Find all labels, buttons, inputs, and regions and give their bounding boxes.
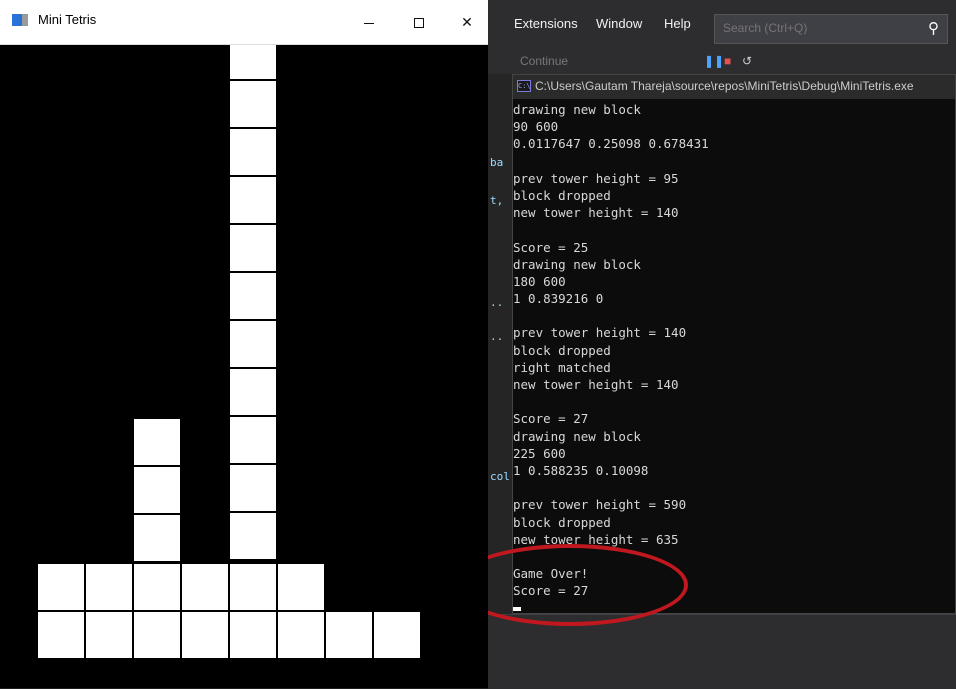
console-line: 0.0117647 0.25098 0.678431: [513, 136, 709, 152]
console-line: right matched: [513, 359, 611, 375]
restart-icon[interactable]: ↺: [742, 54, 752, 68]
tetris-block: [230, 177, 276, 223]
tetris-block: [230, 417, 276, 463]
console-window[interactable]: C:\ C:\Users\Gautam Thareja\source\repos…: [512, 74, 956, 614]
vs-search-box[interactable]: ⚲: [714, 14, 948, 44]
console-line: new tower height = 140: [513, 377, 679, 392]
editor-fragment: ba: [490, 156, 504, 169]
tetris-block: [134, 419, 180, 465]
tetris-block: [134, 564, 180, 610]
tetris-block: [38, 564, 84, 610]
console-line: prev tower height = 140: [513, 325, 687, 341]
tetris-block: [38, 612, 84, 658]
game-board[interactable]: [0, 45, 488, 688]
app-icon: [12, 14, 28, 26]
tetris-block: [230, 513, 276, 559]
tetris-block: [326, 612, 372, 658]
console-line: drawing new block: [513, 102, 641, 117]
minimize-icon[interactable]: [346, 0, 392, 44]
console-line: 1 0.839216 0: [513, 291, 604, 307]
editor-fragment: col: [490, 470, 510, 483]
tetris-block: [86, 564, 132, 610]
tetris-block: [374, 612, 420, 658]
console-line: 90 600: [513, 119, 559, 135]
console-line: drawing new block: [513, 256, 641, 272]
menu-window[interactable]: Window: [596, 16, 642, 31]
tetris-block: [278, 564, 324, 610]
tetris-block: [230, 321, 276, 367]
tetris-block: [278, 612, 324, 658]
window-title: Mini Tetris: [38, 12, 97, 27]
search-icon[interactable]: ⚲: [928, 19, 939, 37]
tetris-block: [230, 564, 276, 610]
editor-fragment: t,: [490, 194, 504, 207]
console-line: 1 0.588235 0.10098: [513, 462, 649, 478]
console-line: block dropped: [513, 187, 611, 203]
close-icon[interactable]: ✕: [444, 0, 490, 44]
console-line: 180 600: [513, 273, 566, 289]
vs-menubar: Extensions Window Help ⚲: [488, 0, 956, 50]
console-line: block dropped: [513, 342, 611, 358]
console-output: drawing new block 90 600 0.0117647 0.25098…: [513, 101, 955, 599]
tetris-titlebar[interactable]: Mini Tetris ✕: [0, 0, 488, 45]
console-line: Score = 27: [513, 411, 589, 427]
search-input[interactable]: [721, 20, 905, 36]
tetris-block: [86, 612, 132, 658]
console-line: block dropped: [513, 514, 611, 530]
vs-toolbar: Continue ❚❚ ■ ↺: [488, 50, 956, 74]
pause-icon[interactable]: ❚❚: [704, 54, 724, 68]
tetris-block: [230, 81, 276, 127]
tetris-block: [134, 515, 180, 561]
console-titlebar[interactable]: C:\ C:\Users\Gautam Thareja\source\repos…: [513, 75, 955, 99]
tetris-block: [230, 129, 276, 175]
tetris-block: [230, 273, 276, 319]
tetris-block: [134, 612, 180, 658]
console-title: C:\Users\Gautam Thareja\source\repos\Min…: [535, 79, 914, 93]
console-line: new tower height = 140: [513, 205, 679, 221]
console-line: drawing new block: [513, 428, 641, 444]
tetris-block: [134, 467, 180, 513]
tetris-block: [230, 465, 276, 511]
vs-editor-strip: ba t, .. .. col: [488, 74, 514, 614]
editor-fragment: ..: [490, 296, 504, 309]
stop-icon[interactable]: ■: [724, 54, 731, 68]
tetris-block: [230, 225, 276, 271]
tetris-block: [182, 612, 228, 658]
menu-help[interactable]: Help: [664, 16, 691, 31]
console-line: prev tower height = 95: [513, 170, 679, 186]
console-line: Score = 25: [513, 239, 589, 255]
tetris-block: [230, 612, 276, 658]
console-line: prev tower height = 590: [513, 497, 687, 513]
editor-fragment: ..: [490, 330, 504, 343]
maximize-icon[interactable]: [396, 0, 442, 44]
mini-tetris-window[interactable]: Mini Tetris ✕: [0, 0, 488, 688]
menu-extensions[interactable]: Extensions: [514, 16, 578, 31]
console-line: 225 600: [513, 445, 566, 461]
tetris-block: [230, 45, 276, 79]
continue-button[interactable]: Continue: [520, 54, 568, 68]
tetris-block: [230, 369, 276, 415]
console-app-icon: C:\: [517, 80, 531, 92]
tetris-block: [182, 564, 228, 610]
